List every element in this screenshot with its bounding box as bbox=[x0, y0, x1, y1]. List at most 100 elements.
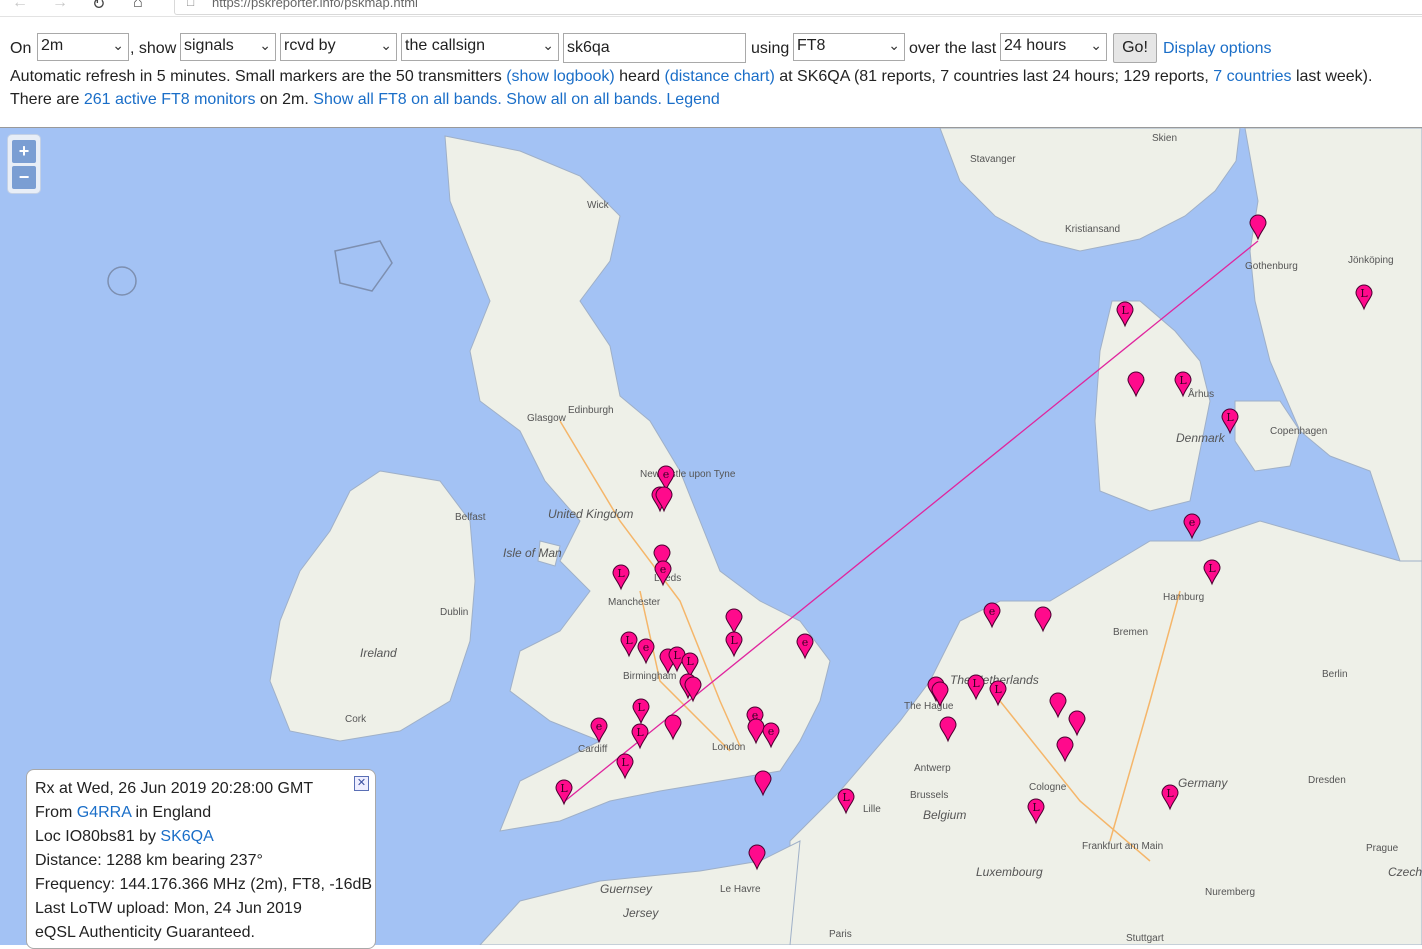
period-select-value: 24 hours bbox=[1004, 37, 1067, 54]
popup-loc-label: Loc IO80bs81 by bbox=[35, 828, 156, 845]
marker-glyph: L bbox=[1121, 304, 1129, 317]
marker-glyph: L bbox=[560, 782, 568, 795]
callsign-input[interactable]: sk6qa bbox=[563, 33, 746, 63]
home-icon[interactable]: ⌂ bbox=[133, 0, 143, 12]
label-newcastle: Newcastle upon Tyne bbox=[640, 469, 736, 480]
over-label: over the last bbox=[909, 40, 997, 57]
label-london: London bbox=[712, 742, 745, 753]
signals-select[interactable]: signals ⌄ bbox=[180, 33, 276, 61]
station-marker[interactable] bbox=[754, 770, 772, 797]
zoom-out-button[interactable]: − bbox=[12, 166, 36, 189]
marker-glyph: L bbox=[1179, 374, 1187, 387]
chevron-down-icon: ⌄ bbox=[542, 37, 554, 53]
callsign-mode-select[interactable]: the callsign ⌄ bbox=[401, 33, 559, 61]
show-all-ft8-link[interactable]: Show all FT8 on all bands. bbox=[313, 91, 502, 108]
info-text: at SK6QA (81 reports, 7 countries last 2… bbox=[779, 68, 1209, 85]
address-bar-url[interactable]: https://pskreporter.info/pskmap.html bbox=[212, 0, 418, 10]
label-jersey: Jersey bbox=[622, 906, 659, 920]
label-wick: Wick bbox=[587, 200, 610, 211]
show-logbook-link[interactable]: (show logbook) bbox=[506, 68, 615, 85]
label-cork: Cork bbox=[345, 714, 367, 725]
label-the-hague: The Hague bbox=[904, 701, 954, 712]
label-czech: Czech bbox=[1388, 865, 1422, 879]
monitors-info: There are 261 active FT8 monitors on 2m.… bbox=[10, 91, 720, 109]
label-kristiansand: Kristiansand bbox=[1065, 224, 1120, 235]
info-text: There are bbox=[10, 91, 80, 108]
marker-glyph: L bbox=[1032, 801, 1040, 814]
countries-link[interactable]: 7 countries bbox=[1213, 68, 1291, 85]
report-popup: ✕ Rx at Wed, 26 Jun 2019 20:28:00 GMT Fr… bbox=[26, 769, 376, 949]
info-text: last week). bbox=[1295, 68, 1373, 85]
marker-glyph: L bbox=[673, 649, 681, 662]
marker-glyph: e bbox=[1189, 516, 1196, 529]
chevron-down-icon: ⌄ bbox=[1090, 37, 1102, 53]
marker-glyph: e bbox=[643, 641, 650, 654]
label-stavanger: Stavanger bbox=[970, 154, 1016, 165]
direction-select[interactable]: rcvd by ⌄ bbox=[280, 33, 397, 61]
refresh-info: Automatic refresh in 5 minutes. Small ma… bbox=[10, 68, 1372, 86]
show-label: , show bbox=[130, 40, 177, 57]
marker-glyph: L bbox=[621, 756, 629, 769]
direction-select-value: rcvd by bbox=[284, 37, 336, 54]
marker-glyph: L bbox=[1208, 562, 1216, 575]
label-glasgow: Glasgow bbox=[527, 413, 567, 424]
marker-glyph: L bbox=[1226, 411, 1234, 424]
query-controls: On 2m ⌄ , show signals ⌄ rcvd by ⌄ the call… bbox=[10, 33, 1410, 63]
close-icon[interactable]: ✕ bbox=[354, 776, 369, 791]
browser-toolbar: ← → ↻ ⌂ □ https://pskreporter.info/pskma… bbox=[0, 0, 1422, 17]
label-cardiff: Cardiff bbox=[578, 744, 607, 755]
label-stuttgart: Stuttgart bbox=[1126, 933, 1164, 944]
marker-glyph: L bbox=[636, 726, 644, 739]
chevron-down-icon: ⌄ bbox=[888, 37, 900, 53]
marker-glyph: L bbox=[1166, 787, 1174, 800]
popup-receiver-link[interactable]: SK6QA bbox=[160, 828, 213, 845]
label-copenhagen: Copenhagen bbox=[1270, 426, 1327, 437]
chevron-down-icon: ⌄ bbox=[112, 37, 124, 53]
label-berlin: Berlin bbox=[1322, 669, 1348, 680]
popup-from: From G4RRA in England bbox=[35, 803, 375, 827]
popup-lotw: Last LoTW upload: Mon, 24 Jun 2019 bbox=[35, 900, 302, 917]
station-marker[interactable]: e bbox=[1183, 513, 1201, 540]
active-monitors-link[interactable]: 261 active FT8 monitors bbox=[84, 91, 256, 108]
label-ireland: Ireland bbox=[360, 646, 397, 660]
marker-glyph: L bbox=[1360, 287, 1368, 300]
label-gothenburg: Gothenburg bbox=[1245, 261, 1298, 272]
label-isle-of-man: Isle of Man bbox=[503, 546, 562, 560]
popup-from-label: From bbox=[35, 804, 73, 821]
marker-glyph: e bbox=[768, 725, 775, 738]
info-text: Automatic refresh in 5 minutes. Small ma… bbox=[10, 68, 502, 85]
marker-glyph: L bbox=[730, 634, 738, 647]
marker-glyph: L bbox=[842, 791, 850, 804]
label-edinburgh: Edinburgh bbox=[568, 405, 614, 416]
distance-chart-link[interactable]: (distance chart) bbox=[665, 68, 775, 85]
callsign-mode-value: the callsign bbox=[405, 37, 486, 54]
label-denmark: Denmark bbox=[1176, 431, 1226, 445]
label-dublin: Dublin bbox=[440, 607, 468, 618]
signals-select-value: signals bbox=[184, 37, 234, 54]
label-skien: Skien bbox=[1152, 133, 1177, 144]
label-prague: Prague bbox=[1366, 843, 1399, 854]
go-button[interactable]: Go! bbox=[1113, 33, 1157, 63]
display-options-link[interactable]: Display options bbox=[1163, 40, 1272, 58]
label-brussels: Brussels bbox=[910, 790, 948, 801]
marker-glyph: L bbox=[972, 677, 980, 690]
period-select[interactable]: 24 hours ⌄ bbox=[1000, 33, 1107, 61]
label-manchester: Manchester bbox=[608, 597, 661, 608]
label-dresden: Dresden bbox=[1308, 775, 1346, 786]
mode-select[interactable]: FT8 ⌄ bbox=[793, 33, 905, 61]
label-guernsey: Guernsey bbox=[600, 882, 653, 896]
label-paris: Paris bbox=[829, 929, 852, 940]
band-select-value: 2m bbox=[41, 37, 64, 54]
back-arrow-icon[interactable]: ← bbox=[12, 0, 28, 12]
mode-select-value: FT8 bbox=[797, 37, 826, 54]
band-select[interactable]: 2m ⌄ bbox=[37, 33, 129, 61]
marker-glyph: L bbox=[625, 634, 633, 647]
legend-link[interactable]: Legend bbox=[666, 91, 719, 108]
popup-from-callsign-link[interactable]: G4RRA bbox=[77, 804, 131, 821]
reload-icon[interactable]: ↻ bbox=[92, 0, 105, 14]
show-all-bands-link[interactable]: Show all on all bands. bbox=[506, 91, 662, 108]
info-text: heard bbox=[619, 68, 661, 85]
zoom-in-button[interactable]: + bbox=[12, 140, 36, 163]
forward-arrow-icon[interactable]: → bbox=[52, 0, 68, 12]
marker-glyph: e bbox=[802, 636, 809, 649]
